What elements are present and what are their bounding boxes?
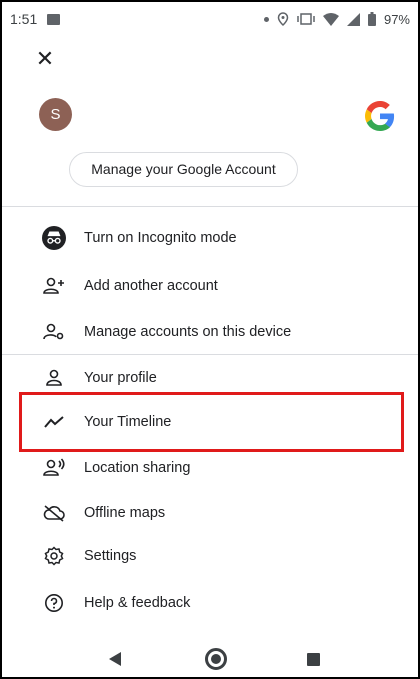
- location-icon: [277, 12, 289, 26]
- menu-label: Help & feedback: [84, 595, 191, 611]
- menu-label: Your profile: [84, 370, 157, 386]
- add-person-icon: [42, 274, 66, 298]
- app-frame: 1:51 97% ✕ S Manage your Google Account …: [0, 0, 420, 679]
- manage-google-account-button[interactable]: Manage your Google Account: [69, 152, 298, 187]
- menu-item-location-sharing[interactable]: Location sharing: [2, 447, 418, 489]
- home-icon[interactable]: [205, 648, 227, 670]
- battery-percent: 97%: [383, 11, 410, 27]
- person-icon: [42, 366, 66, 390]
- manage-accounts-icon: [42, 320, 66, 344]
- wifi-icon: [322, 12, 339, 26]
- battery-icon: [367, 12, 376, 26]
- system-nav-bar: [2, 636, 418, 677]
- signal-icon: [346, 12, 360, 26]
- avatar[interactable]: S: [39, 98, 72, 131]
- status-bar: 1:51 97%: [2, 2, 418, 36]
- close-icon[interactable]: ✕: [32, 46, 58, 72]
- image-notification-icon: [47, 13, 61, 25]
- back-icon[interactable]: [109, 652, 121, 666]
- status-icons: 97%: [263, 11, 410, 27]
- status-time: 1:51: [10, 11, 38, 27]
- incognito-icon: [42, 226, 66, 250]
- menu-item-help-feedback[interactable]: Help & feedback: [2, 582, 418, 624]
- menu-label: Location sharing: [84, 460, 191, 476]
- location-sharing-icon: [42, 456, 66, 480]
- menu-item-manage-accounts[interactable]: Manage accounts on this device: [2, 311, 418, 353]
- help-icon: [42, 591, 66, 615]
- menu-item-incognito[interactable]: Turn on Incognito mode: [2, 217, 418, 259]
- menu-label: Settings: [84, 548, 137, 564]
- menu-label: Turn on Incognito mode: [84, 230, 237, 246]
- gear-icon: [42, 544, 66, 568]
- menu-item-add-account[interactable]: Add another account: [2, 265, 418, 307]
- menu-label: Manage accounts on this device: [84, 324, 292, 340]
- notification-dot-icon: [263, 16, 269, 22]
- menu-label: Offline maps: [84, 505, 166, 521]
- vibrate-icon: [297, 13, 315, 25]
- recents-icon[interactable]: [307, 653, 320, 666]
- menu-item-settings[interactable]: Settings: [2, 535, 418, 577]
- divider: [2, 206, 418, 207]
- google-logo-icon: [365, 101, 395, 131]
- menu-item-offline-maps[interactable]: Offline maps: [2, 492, 418, 534]
- divider: [2, 354, 418, 355]
- timeline-highlight-box: [19, 392, 404, 452]
- offline-maps-icon: [42, 501, 66, 525]
- menu-label: Add another account: [84, 278, 218, 294]
